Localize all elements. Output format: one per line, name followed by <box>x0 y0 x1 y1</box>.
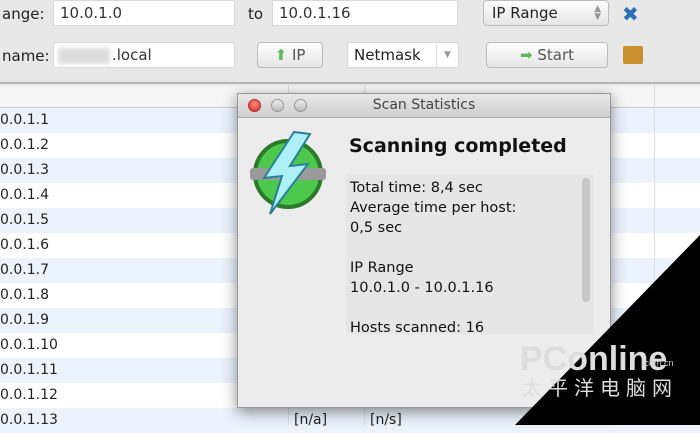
fetchers-toolbox-icon[interactable] <box>623 46 643 64</box>
updown-icon: ▲ ▼ <box>594 4 601 22</box>
table-row[interactable]: 0.0.1.13 <box>0 408 700 433</box>
netmask-select[interactable]: Netmask ▼ <box>347 42 459 68</box>
range-label: ange: <box>2 5 45 23</box>
ip-cell: 0.0.1.3 <box>0 162 49 178</box>
netmask-value: Netmask <box>354 46 421 64</box>
dialog-title: Scan Statistics <box>372 97 476 113</box>
angry-ip-scanner-logo-icon <box>250 130 326 215</box>
cell-ping: [n/a] <box>294 412 328 428</box>
stats-text: Total time: 8,4 sec Average time per hos… <box>346 174 594 336</box>
start-button-label: Start <box>537 46 574 64</box>
minimize-button[interactable] <box>271 99 284 112</box>
ip-cell: 0.0.1.13 <box>0 412 58 428</box>
scan-statistics-dialog: Scan Statistics Scanning completed Total… <box>237 93 611 408</box>
ip-cell: 0.0.1.4 <box>0 187 49 203</box>
range-from-input[interactable]: 10.0.1.0 <box>53 0 235 26</box>
start-button[interactable]: ➡ Start <box>486 42 608 68</box>
ip-cell: 0.0.1.7 <box>0 262 49 278</box>
hostname-value: .local <box>112 46 152 64</box>
ip-cell: 0.0.1.12 <box>0 387 58 403</box>
up-arrow-icon: ⬆ <box>274 46 288 64</box>
cell-hostname: [n/s] <box>370 412 402 428</box>
ip-cell: 0.0.1.11 <box>0 362 58 378</box>
mode-select[interactable]: IP Range ▲ ▼ <box>483 0 609 26</box>
ip-cell: 0.0.1.10 <box>0 337 58 353</box>
close-button[interactable] <box>248 99 261 112</box>
preferences-tools-icon[interactable]: ✖ <box>622 2 639 26</box>
right-arrow-icon: ➡ <box>519 46 533 64</box>
ip-cell: 0.0.1.2 <box>0 137 49 153</box>
ip-cell: 0.0.1.9 <box>0 312 49 328</box>
to-label: to <box>248 5 264 23</box>
dialog-titlebar: Scan Statistics <box>238 94 610 118</box>
toolbar: ange: 10.0.1.0 to 10.0.1.16 IP Range ▲ ▼ ✖… <box>0 0 700 84</box>
range-to-input[interactable]: 10.0.1.16 <box>272 0 458 26</box>
blurred-text <box>58 48 110 64</box>
hostname-label: name: <box>2 47 50 65</box>
hostname-input[interactable]: .local <box>53 42 235 68</box>
stats-scrollbar[interactable] <box>582 178 590 302</box>
mode-select-value: IP Range <box>492 4 558 22</box>
ip-cell: 0.0.1.6 <box>0 237 49 253</box>
zoom-button[interactable] <box>294 99 307 112</box>
ip-cell: 0.0.1.1 <box>0 112 49 128</box>
ip-button[interactable]: ⬆ IP <box>257 42 323 68</box>
dialog-heading: Scanning completed <box>349 135 567 157</box>
ip-button-label: IP <box>291 46 306 64</box>
ip-cell: 0.0.1.5 <box>0 212 49 228</box>
ip-cell: 0.0.1.8 <box>0 287 49 303</box>
dropdown-arrow-icon: ▼ <box>436 43 458 67</box>
